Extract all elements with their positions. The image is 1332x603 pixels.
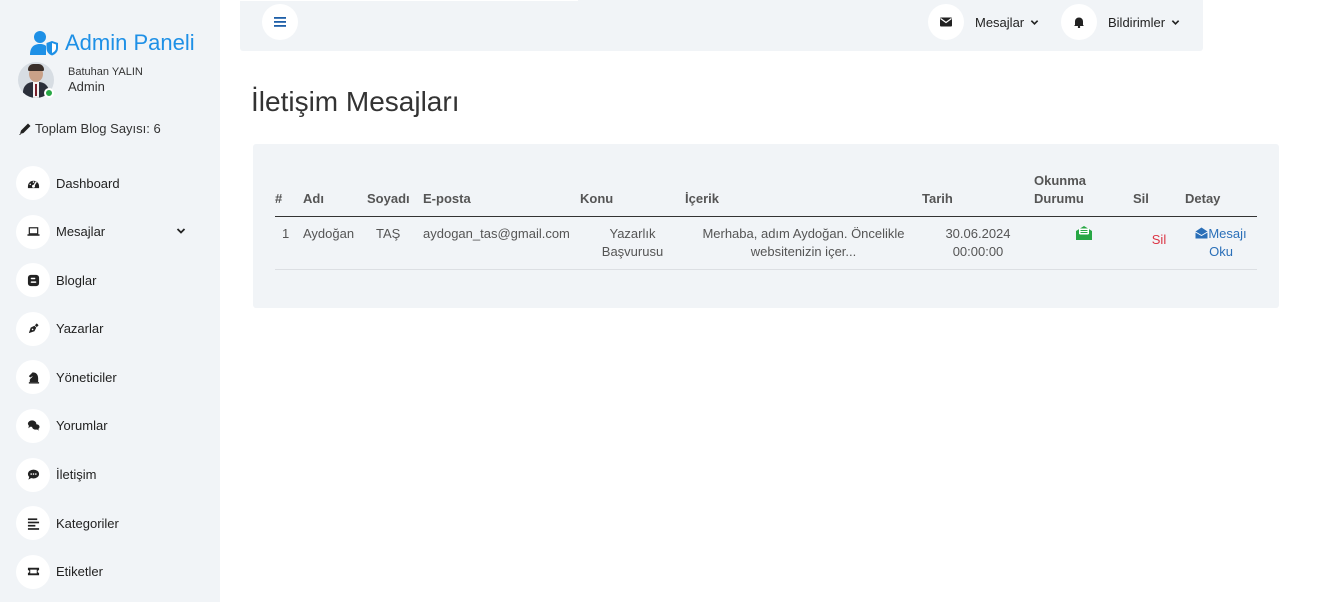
cell-surname: TAŞ — [367, 216, 423, 270]
sidebar-item-etiketler[interactable]: Etiketler — [16, 554, 196, 589]
topbar-divider — [240, 0, 578, 1]
cell-name: Aydoğan — [303, 216, 367, 270]
cell-content: Merhaba, adım Aydoğan. Öncelikle websiten… — [685, 216, 922, 270]
cell-date: 30.06.2024 00:00:00 — [922, 216, 1034, 270]
messages-label: Mesajlar — [975, 14, 1025, 30]
comment-dots-icon — [16, 457, 50, 492]
chess-knight-icon — [16, 360, 50, 395]
sidebar-item-label: Yazarlar — [56, 321, 104, 337]
user-name: Batuhan YALIN — [68, 66, 143, 78]
blog-count: Toplam Blog Sayısı: 6 — [18, 121, 161, 136]
sidebar-item-kategoriler[interactable]: Kategoriler — [16, 506, 196, 541]
chevron-down-icon — [1171, 19, 1180, 25]
sidebar-item-label: Kategoriler — [56, 515, 119, 531]
col-header-read-status: Okunma Durumu — [1034, 172, 1133, 217]
menu-toggle-button[interactable] — [262, 4, 298, 40]
delete-link[interactable]: Sil — [1152, 232, 1166, 247]
col-header-delete: Sil — [1133, 172, 1185, 217]
blog-count-text: Toplam Blog Sayısı: 6 — [35, 121, 161, 136]
user-shield-icon — [30, 31, 58, 56]
laptop-icon — [16, 214, 50, 249]
sidebar: Admin Paneli Batuhan YALIN Admin Toplam … — [0, 0, 220, 602]
sidebar-item-label: Yorumlar — [56, 418, 108, 434]
col-header-date: Tarih — [922, 172, 1034, 217]
sidebar-item-iletisim[interactable]: İletişim — [16, 457, 196, 492]
cell-subject: Yazarlık Başvurusu — [580, 216, 685, 270]
hamburger-icon — [274, 17, 286, 27]
sidebar-item-label: Dashboard — [56, 175, 120, 191]
cell-email: aydogan_tas@gmail.com — [423, 216, 580, 270]
brand[interactable]: Admin Paneli — [30, 30, 195, 56]
table-header-row: # Adı Soyadı E-posta Konu İçerik Tarih O… — [275, 172, 1257, 217]
sidebar-item-yoneticiler[interactable]: Yöneticiler — [16, 360, 196, 395]
col-header-num: # — [275, 172, 303, 217]
sidebar-item-label: Yöneticiler — [56, 369, 117, 385]
cell-read-status — [1034, 216, 1133, 270]
col-header-content: İçerik — [685, 172, 922, 217]
page-title: İletişim Mesajları — [251, 86, 460, 117]
sidebar-item-yorumlar[interactable]: Yorumlar — [16, 408, 196, 443]
sidebar-item-label: İletişim — [56, 467, 97, 483]
sidebar-nav: Dashboard Mesajlar Bloglar Yazarlar Yöne… — [16, 166, 196, 603]
pencil-icon — [19, 123, 31, 135]
messages-table: # Adı Soyadı E-posta Konu İçerik Tarih O… — [275, 172, 1257, 270]
dashboard-icon — [16, 166, 50, 200]
col-header-detail: Detay — [1185, 172, 1257, 217]
col-header-surname: Soyadı — [367, 172, 423, 217]
notifications-label: Bildirimler — [1108, 14, 1166, 30]
chevron-down-icon[interactable] — [176, 226, 186, 236]
blogger-icon — [16, 263, 50, 298]
topbar: Mesajlar Bildirimler — [240, 0, 1203, 51]
messages-card: # Adı Soyadı E-posta Konu İçerik Tarih O… — [253, 144, 1279, 308]
sidebar-item-label: Mesajlar — [56, 224, 106, 240]
envelope-icon — [928, 4, 964, 40]
online-status-dot — [44, 88, 54, 98]
cell-delete: Sil — [1133, 216, 1185, 270]
table-row: 1 Aydoğan TAŞ aydogan_tas@gmail.com Yaza… — [275, 216, 1257, 270]
cell-detail: Mesajı Oku — [1185, 216, 1257, 270]
messages-dropdown[interactable]: Mesajlar — [928, 4, 1039, 40]
notifications-dropdown[interactable]: Bildirimler — [1061, 4, 1180, 40]
col-header-name: Adı — [303, 172, 367, 217]
brand-title: Admin Paneli — [65, 30, 195, 55]
sidebar-item-yazarlar[interactable]: Yazarlar — [16, 311, 196, 346]
sidebar-item-bloglar[interactable]: Bloglar — [16, 263, 196, 298]
envelope-open-text-icon — [1075, 226, 1092, 240]
ticket-icon — [16, 554, 50, 589]
sidebar-item-dashboard[interactable]: Dashboard — [16, 166, 196, 200]
pen-nib-icon — [16, 311, 50, 346]
sidebar-item-label: Etiketler — [56, 564, 103, 580]
user-role: Admin — [68, 79, 105, 94]
bell-icon — [1061, 4, 1097, 40]
comments-icon — [16, 408, 50, 443]
col-header-subject: Konu — [580, 172, 685, 217]
envelope-open-icon — [1195, 227, 1209, 239]
sidebar-item-mesajlar[interactable]: Mesajlar — [16, 214, 196, 249]
col-header-email: E-posta — [423, 172, 580, 217]
align-left-icon — [16, 506, 50, 541]
cell-num: 1 — [275, 216, 303, 270]
read-message-link[interactable]: Mesajı Oku — [1195, 226, 1247, 259]
sidebar-item-label: Bloglar — [56, 272, 97, 288]
user-profile: Batuhan YALIN Admin — [18, 62, 143, 98]
chevron-down-icon — [1030, 19, 1039, 25]
